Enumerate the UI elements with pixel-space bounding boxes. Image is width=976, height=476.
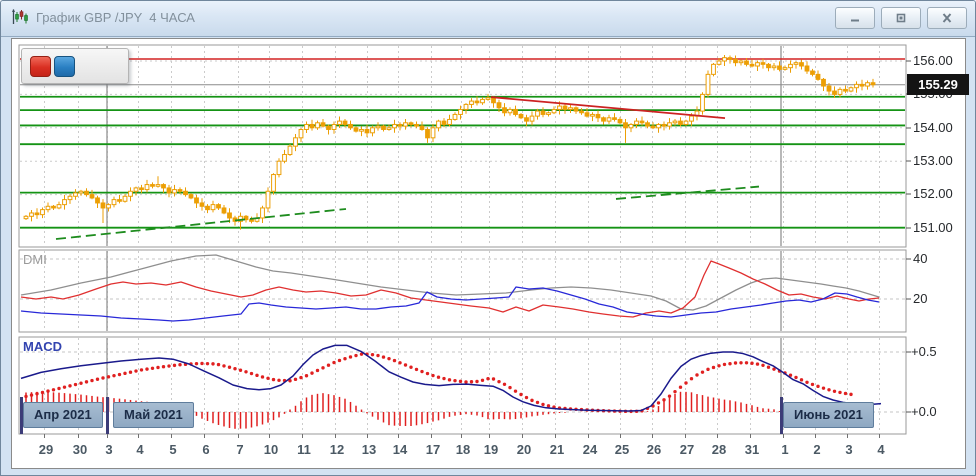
chart-window: 29 30 3 4 5 6 7 10 11 12 13 14 17 18 19 20 21 24 25 26 27 28 3… <box>0 0 976 476</box>
candlestick-chart-icon <box>11 8 29 26</box>
close-button[interactable] <box>927 7 967 29</box>
minimize-button[interactable] <box>835 7 875 29</box>
dmi-panel-label: DMI <box>23 252 47 267</box>
window-controls <box>835 7 967 29</box>
blue-tool-button[interactable] <box>54 56 75 77</box>
chart-client-area <box>11 38 966 469</box>
macd-panel-label: MACD <box>23 339 62 354</box>
chart-toolbar <box>21 48 129 84</box>
current-price-badge: 155.29 <box>907 74 969 95</box>
red-tool-button[interactable] <box>30 56 51 77</box>
window-title: График GBP /JPY 4 ЧАСА <box>36 9 195 25</box>
restore-button[interactable] <box>881 7 921 29</box>
title-bar[interactable]: График GBP /JPY 4 ЧАСА <box>1 1 975 37</box>
